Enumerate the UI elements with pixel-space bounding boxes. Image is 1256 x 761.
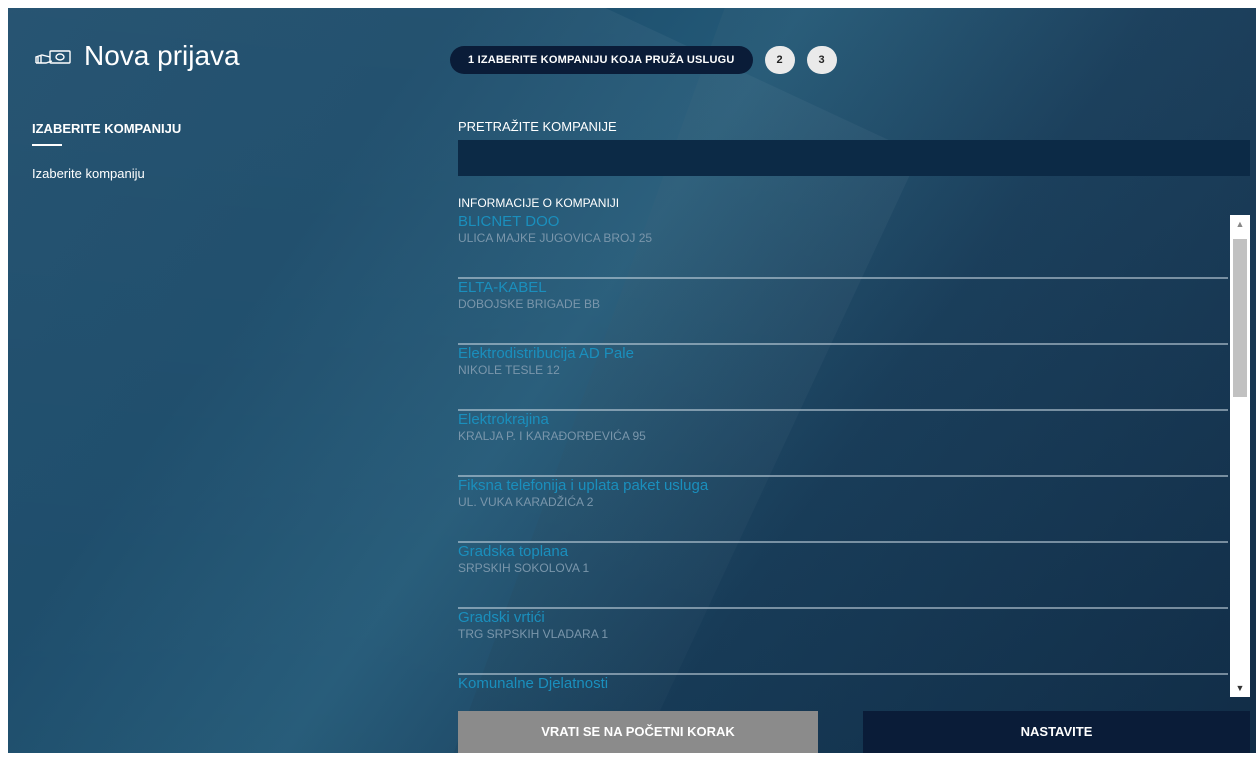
company-name: Komunalne Djelatnosti bbox=[458, 675, 609, 692]
step-indicator: 1 IZABERITE KOMPANIJU KOJA PRUŽA USLUGU … bbox=[450, 46, 837, 74]
page-title-text: Nova prijava bbox=[84, 40, 240, 71]
list-item[interactable]: Gradska toplana SRPSKIH SOKOLOVA 1 bbox=[458, 543, 1228, 609]
company-address: ULICA MAJKE JUGOVICA BROJ 25 bbox=[458, 231, 653, 245]
list-item[interactable]: Gradski vrtići TRG SRPSKIH VLADARA 1 bbox=[458, 609, 1228, 675]
company-address: TRG SRPSKIH VLADARA 1 bbox=[458, 627, 609, 641]
hand-holding-card-icon bbox=[32, 44, 76, 68]
step-2[interactable]: 2 bbox=[764, 46, 795, 74]
sidebar-heading: IZABERITE KOMPANIJU bbox=[32, 121, 182, 136]
scroll-up-arrow-icon[interactable]: ▲ bbox=[1230, 215, 1250, 233]
list-item[interactable]: Elektrokrajina KRALJA P. I KARAĐORĐEVIĆA… bbox=[458, 411, 1228, 477]
company-address: SRPSKIH SOKOLOVA 1 bbox=[458, 561, 590, 575]
company-address: KRALJA P. I KARAĐORĐEVIĆA 95 bbox=[458, 429, 646, 443]
continue-button[interactable]: NASTAVITE bbox=[863, 711, 1250, 753]
back-to-first-step-button[interactable]: VRATI SE NA POČETNI KORAK bbox=[458, 711, 818, 753]
company-info-label: INFORMACIJE O KOMPANIJI bbox=[458, 196, 620, 210]
list-item[interactable]: Komunalne Djelatnosti bbox=[458, 675, 1228, 695]
company-address: NIKOLE TESLE 12 bbox=[458, 363, 560, 377]
company-list-scrollbar[interactable]: ▲ ▼ bbox=[1230, 215, 1250, 697]
sidebar-heading-underline bbox=[32, 144, 62, 146]
company-name: Gradska toplana bbox=[458, 543, 569, 560]
list-item[interactable]: Fiksna telefonija i uplata paket usluga … bbox=[458, 477, 1228, 543]
company-name: Fiksna telefonija i uplata paket usluga bbox=[458, 477, 709, 494]
list-item[interactable]: Elektrodistribucija AD Pale NIKOLE TESLE… bbox=[458, 345, 1228, 411]
company-address bbox=[458, 692, 1228, 695]
company-name: Elektrokrajina bbox=[458, 411, 549, 428]
step-3[interactable]: 3 bbox=[806, 46, 837, 74]
list-item[interactable]: BLICNET DOO ULICA MAJKE JUGOVICA BROJ 25 bbox=[458, 213, 1228, 279]
company-name: ELTA-KABEL bbox=[458, 279, 547, 296]
company-name: Gradski vrtići bbox=[458, 609, 545, 626]
step-1-active[interactable]: 1 IZABERITE KOMPANIJU KOJA PRUŽA USLUGU bbox=[450, 46, 753, 74]
search-label: PRETRAŽITE KOMPANIJE bbox=[458, 119, 617, 134]
search-input[interactable] bbox=[458, 140, 1250, 176]
scrollbar-thumb[interactable] bbox=[1233, 239, 1247, 397]
company-name: BLICNET DOO bbox=[458, 213, 560, 230]
page-title: Nova prijava bbox=[32, 40, 240, 72]
list-item[interactable]: ELTA-KABEL DOBOJSKE BRIGADE BB bbox=[458, 279, 1228, 345]
company-address: DOBOJSKE BRIGADE BB bbox=[458, 297, 601, 311]
sidebar-item-choose-company[interactable]: Izaberite kompaniju bbox=[32, 166, 145, 181]
company-address: UL. VUKA KARADŽIĆA 2 bbox=[458, 495, 594, 509]
company-list[interactable]: BLICNET DOO ULICA MAJKE JUGOVICA BROJ 25… bbox=[458, 213, 1228, 695]
scroll-down-arrow-icon[interactable]: ▼ bbox=[1230, 679, 1250, 697]
company-name: Elektrodistribucija AD Pale bbox=[458, 345, 634, 362]
page-frame: Nova prijava 1 IZABERITE KOMPANIJU KOJA … bbox=[8, 8, 1256, 753]
